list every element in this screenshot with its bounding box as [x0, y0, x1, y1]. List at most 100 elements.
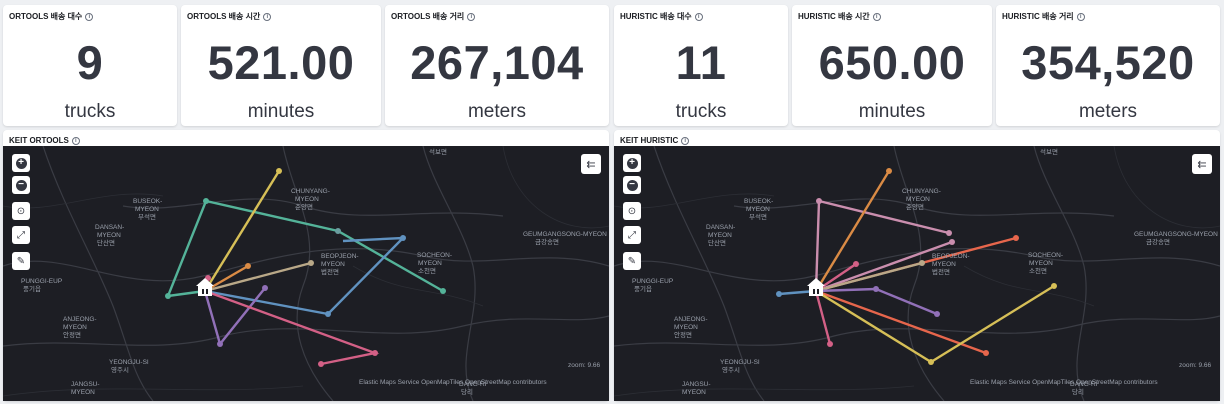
svg-text:MYEON: MYEON — [135, 206, 159, 213]
svg-text:풍기읍: 풍기읍 — [634, 284, 652, 293]
svg-text:Elastic Maps Service OpenMapT: Elastic Maps Service OpenMapTiles OpenSt… — [970, 379, 1158, 386]
svg-text:SOCHEON-: SOCHEON- — [1028, 252, 1063, 259]
svg-text:BEOPJEON-: BEOPJEON- — [321, 253, 359, 260]
svg-text:부석면: 부석면 — [749, 212, 767, 221]
svg-text:BUSEOK-: BUSEOK- — [133, 198, 162, 205]
svg-text:금강송면: 금강송면 — [1146, 237, 1170, 246]
info-icon[interactable]: i — [681, 136, 690, 145]
zoom-in-button[interactable]: + — [623, 154, 641, 172]
svg-text:안정면: 안정면 — [674, 330, 692, 339]
legend-toggle-button[interactable]: ⇇ — [581, 154, 601, 174]
svg-text:MYEON: MYEON — [97, 232, 121, 239]
svg-text:zoom: 9.66: zoom: 9.66 — [568, 362, 601, 369]
legend-toggle-button[interactable]: ⇇ — [1192, 154, 1212, 174]
zoom-in-button[interactable]: + — [12, 154, 30, 172]
metric-title: HURISTIC 배송 시간 i — [798, 11, 881, 22]
pencil-icon: ✎ — [627, 255, 637, 267]
info-icon[interactable]: i — [467, 12, 476, 21]
svg-text:MYEON: MYEON — [71, 389, 95, 396]
svg-text:춘양면: 춘양면 — [906, 202, 924, 211]
info-icon[interactable]: i — [71, 136, 80, 145]
target-icon: ⊙ — [16, 205, 26, 217]
map-svg[interactable]: 석보면 CHUNYANG-MYEON춘양면 BUSEOK-MYEON부석면 DA… — [614, 146, 1220, 401]
metric-unit: trucks — [675, 101, 727, 122]
metric-value: 650.00 — [818, 36, 966, 89]
expand-icon: ⤢ — [628, 229, 636, 241]
svg-text:단산면: 단산면 — [97, 238, 115, 247]
fit-bounds-button[interactable]: ⊙ — [12, 202, 30, 220]
svg-text:MYEON: MYEON — [1029, 260, 1053, 267]
metric-ortools-time: ORTOOLS 배송 시간 i 521.00 minutes — [181, 5, 381, 126]
tools-button[interactable]: ✎ — [623, 252, 641, 270]
svg-text:석보면: 석보면 — [429, 147, 447, 156]
svg-text:MYEON: MYEON — [295, 196, 319, 203]
svg-text:YEONGJU-SI: YEONGJU-SI — [720, 359, 760, 366]
svg-text:zoom: 9.66: zoom: 9.66 — [1179, 362, 1212, 369]
metric-value: 521.00 — [207, 36, 355, 89]
metric-title: ORTOOLS 배송 거리 i — [391, 11, 476, 22]
metric-heuristic-trucks: HURISTIC 배송 대수 i 11 trucks — [614, 5, 788, 126]
svg-text:MYEON: MYEON — [674, 324, 698, 331]
svg-text:안정면: 안정면 — [63, 330, 81, 339]
tools-button[interactable]: ✎ — [12, 252, 30, 270]
metric-ortools-trucks: ORTOOLS 배송 대수 i 9 trucks — [3, 5, 177, 126]
svg-text:MYEON: MYEON — [708, 232, 732, 239]
info-icon[interactable]: i — [263, 12, 272, 21]
metric-unit: minutes — [858, 101, 926, 122]
svg-text:법전면: 법전면 — [932, 267, 950, 276]
fullscreen-button[interactable]: ⤢ — [12, 226, 30, 244]
svg-text:석보면: 석보면 — [1040, 147, 1058, 156]
metric-heuristic-distance: HURISTIC 배송 거리 i 354,520 meters — [996, 5, 1220, 126]
metric-unit: meters — [1078, 101, 1138, 122]
metric-unit: minutes — [247, 101, 315, 122]
expand-icon: ⤢ — [17, 229, 25, 241]
svg-text:소천면: 소천면 — [418, 266, 436, 275]
svg-text:YEONGJU-SI: YEONGJU-SI — [109, 359, 149, 366]
metric-unit: trucks — [64, 101, 116, 122]
metric-ortools-distance: ORTOOLS 배송 거리 i 267,104 meters — [385, 5, 609, 126]
metric-heuristic-time: HURISTIC 배송 시간 i 650.00 minutes — [792, 5, 992, 126]
info-icon[interactable]: i — [872, 12, 881, 21]
map-svg[interactable]: 석보면 CHUNYANG-MYEON춘양면 BUSEOK-MYEON부석면 DA… — [3, 146, 609, 401]
metric-value: 11 — [675, 36, 727, 89]
svg-text:단산면: 단산면 — [708, 238, 726, 247]
svg-text:MYEON: MYEON — [63, 324, 87, 331]
svg-text:MYEON: MYEON — [932, 261, 956, 268]
map-title: KEIT HURISTIC i — [620, 136, 690, 145]
svg-text:법전면: 법전면 — [321, 267, 339, 276]
zoom-out-button[interactable]: − — [12, 176, 30, 194]
map-canvas[interactable]: 석보면 CHUNYANG- MYEON 춘양면 BUSEOK- MYEON 부석면 DA… — [614, 146, 1220, 401]
svg-text:CHUNYANG-: CHUNYANG- — [902, 188, 941, 195]
svg-text:PUNGGI-EUP: PUNGGI-EUP — [632, 278, 673, 285]
metric-value: 9 — [76, 36, 104, 89]
metric-title: HURISTIC 배송 거리 i — [1002, 11, 1085, 22]
metric-title: HURISTIC 배송 대수 i — [620, 11, 703, 22]
svg-text:GEUMGANGSONG-MYEON: GEUMGANGSONG-MYEON — [523, 231, 607, 238]
svg-text:JANGSU-: JANGSU- — [71, 381, 100, 388]
svg-text:ANJEONG-: ANJEONG- — [674, 316, 708, 323]
svg-text:부석면: 부석면 — [138, 212, 156, 221]
svg-text:MYEON: MYEON — [321, 261, 345, 268]
map-title: KEIT ORTOOLS i — [9, 136, 80, 145]
svg-text:SOCHEON-: SOCHEON- — [417, 252, 452, 259]
svg-text:MYEON: MYEON — [418, 260, 442, 267]
info-icon[interactable]: i — [85, 12, 94, 21]
svg-text:당리: 당리 — [1072, 387, 1084, 396]
map-canvas[interactable]: 석보면 CHUNYANG- MYEON 춘양면 BUSEOK- MYEON 부석면 DA… — [3, 146, 609, 401]
svg-text:BUSEOK-: BUSEOK- — [744, 198, 773, 205]
svg-text:DANSAN-: DANSAN- — [706, 224, 735, 231]
svg-text:MYEON: MYEON — [746, 206, 770, 213]
info-icon[interactable]: i — [1076, 12, 1085, 21]
info-icon[interactable]: i — [694, 12, 703, 21]
zoom-out-button[interactable]: − — [623, 176, 641, 194]
metric-title: ORTOOLS 배송 대수 i — [9, 11, 94, 22]
svg-text:당리: 당리 — [461, 387, 473, 396]
pencil-icon: ✎ — [16, 255, 26, 267]
fit-bounds-button[interactable]: ⊙ — [623, 202, 641, 220]
svg-text:MYEON: MYEON — [682, 389, 706, 396]
svg-text:영주시: 영주시 — [722, 365, 740, 374]
metric-title: ORTOOLS 배송 시간 i — [187, 11, 272, 22]
fullscreen-button[interactable]: ⤢ — [623, 226, 641, 244]
svg-text:DANSAN-: DANSAN- — [95, 224, 124, 231]
svg-text:소천면: 소천면 — [1029, 266, 1047, 275]
